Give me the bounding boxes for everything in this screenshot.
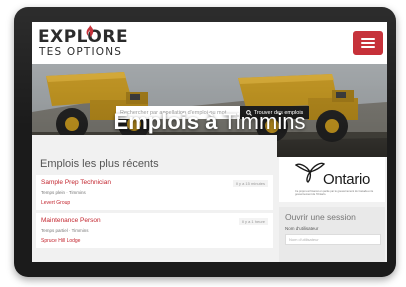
login-title: Ouvrir une session — [285, 212, 356, 222]
hero-title-bold: Emplois à — [113, 109, 218, 134]
explore-logo[interactable]: EXPLORE TES OPTIONS — [38, 25, 138, 60]
section-title: Emplois les plus récents — [40, 158, 159, 170]
trillium-logo-icon — [295, 162, 325, 183]
hero-title: Emplois à Timmins — [32, 109, 387, 135]
hamburger-menu-icon — [361, 42, 375, 44]
job-posted-badge: Il y a 15 minutes — [232, 180, 268, 187]
job-card[interactable]: Maintenance Person Il y a 1 heure Temps … — [36, 213, 273, 248]
login-panel: Ouvrir une session Nom d'utilisateur — [279, 207, 385, 262]
job-meta: Temps partiel · Timmins — [41, 228, 89, 233]
logo-text-tagline: TES OPTIONS — [39, 46, 123, 58]
username-label: Nom d'utilisateur — [285, 226, 319, 231]
hamburger-menu-icon — [361, 38, 375, 40]
job-company-link[interactable]: Spruce Hill Lodge — [41, 238, 80, 244]
site-header: EXPLORE TES OPTIONS — [32, 22, 387, 64]
job-posted-badge: Il y a 1 heure — [238, 218, 268, 225]
job-company-link[interactable]: Levert Group — [41, 200, 70, 206]
logo-text-explore: EXPLORE — [38, 27, 129, 47]
ontario-sponsor-box: Ontario Ce projet est financé en partie … — [279, 157, 385, 202]
flame-icon — [86, 25, 94, 37]
ontario-wordmark: Ontario — [323, 171, 371, 188]
funding-notice: Ce projet est financé en partie par le g… — [295, 190, 374, 197]
job-meta: Temps plein · Timmins — [41, 190, 86, 195]
sidebar: Ontario Ce projet est financé en partie … — [277, 157, 387, 262]
job-card[interactable]: Sample Prep Technician Il y a 15 minutes… — [36, 175, 273, 210]
menu-button[interactable] — [353, 31, 383, 55]
hero-title-city: Timmins — [223, 109, 306, 134]
browser-screen: EXPLORE TES OPTIONS Rechercher par appel… — [32, 22, 387, 262]
job-title-link[interactable]: Sample Prep Technician — [41, 179, 111, 186]
recent-jobs-section: Emplois les plus récents Sample Prep Tec… — [32, 135, 277, 248]
username-input[interactable] — [285, 234, 381, 245]
job-title-link[interactable]: Maintenance Person — [41, 217, 101, 224]
hamburger-menu-icon — [361, 46, 375, 48]
